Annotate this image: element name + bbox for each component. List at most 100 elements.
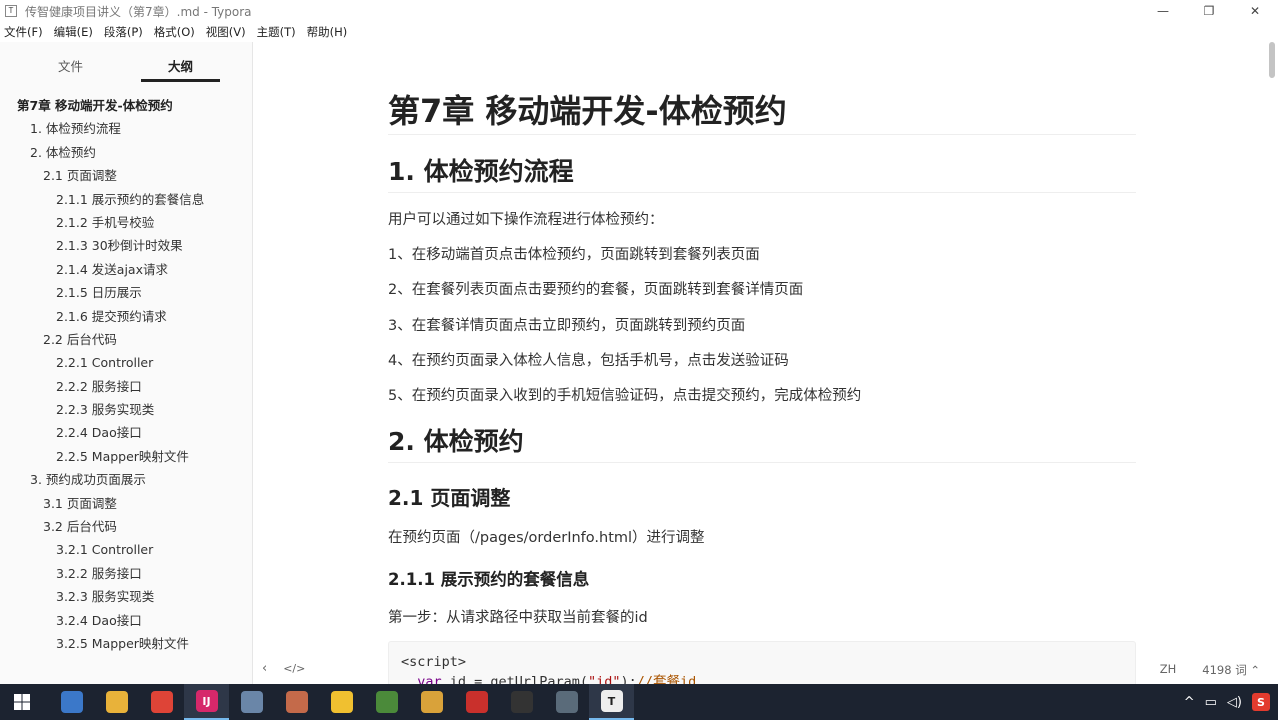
chrome-icon	[150, 691, 173, 713]
outline-item[interactable]: 2.1.6 提交预约请求	[0, 305, 253, 328]
menu-theme[interactable]: 主题(T)	[257, 24, 296, 40]
intellij-icon: IJ	[195, 690, 218, 712]
heading-divider	[388, 134, 1136, 135]
sidebar: 文件 大纲 第7章 移动端开发-体检预约 1. 体检预约流程 2. 体检预约 2.1 …	[0, 42, 253, 684]
word-count[interactable]: 4198 词 ⌃	[1202, 662, 1260, 678]
window-controls: — ❐ ✕	[1140, 0, 1278, 22]
package-app-icon	[420, 691, 443, 713]
menu-paragraph[interactable]: 段落(P)	[104, 24, 143, 40]
taskbar-intellij[interactable]: IJ	[184, 684, 229, 720]
heading-divider	[388, 192, 1136, 193]
network-icon[interactable]: ▭	[1205, 695, 1217, 710]
outline-item[interactable]: 3.2.2 服务接口	[0, 562, 253, 585]
windows-icon	[14, 694, 30, 710]
menu-edit[interactable]: 编辑(E)	[54, 24, 93, 40]
outline-item[interactable]: 2. 体检预约	[0, 141, 253, 164]
paragraph-step-one: 第一步：从请求路径中获取当前套餐的id	[388, 610, 648, 626]
status-bar: ‹ </> ZH 4198 词 ⌃	[254, 654, 1278, 684]
taskbar-terminal[interactable]	[499, 684, 544, 720]
language-indicator[interactable]: ZH	[1160, 662, 1177, 678]
minimize-button[interactable]: —	[1140, 0, 1186, 22]
taskbar-user-app[interactable]	[49, 684, 94, 720]
outline-item[interactable]: 2.2.2 服务接口	[0, 375, 253, 398]
taskbar-feather-app[interactable]	[229, 684, 274, 720]
outline-item[interactable]: 3.2 后台代码	[0, 515, 253, 538]
menu-bar: 文件(F) 编辑(E) 段落(P) 格式(O) 视图(V) 主题(T) 帮助(H…	[0, 22, 1278, 42]
taskbar-package-app[interactable]	[409, 684, 454, 720]
outline-item[interactable]: 3. 预约成功页面展示	[0, 468, 253, 491]
source-code-icon[interactable]: </>	[283, 662, 305, 676]
heading-section-2: 2. 体检预约	[388, 427, 524, 456]
outline-item[interactable]: 2.2.5 Mapper映射文件	[0, 445, 253, 468]
paragraph-page-adjust: 在预约页面（/pages/orderInfo.html）进行调整	[388, 530, 705, 546]
outline-item[interactable]: 2.1.1 展示预约的套餐信息	[0, 188, 253, 211]
system-tray: ^ ▭ ◁) S	[1184, 684, 1278, 720]
typora-app-icon: T	[5, 5, 17, 17]
chevron-up-icon[interactable]: ^	[1184, 695, 1195, 710]
taskbar-file-explorer[interactable]	[94, 684, 139, 720]
active-tab-indicator	[141, 79, 220, 82]
typora-icon: T	[600, 690, 623, 712]
tab-files[interactable]: 文件	[58, 56, 83, 75]
user-app-icon	[60, 691, 83, 713]
title-bar: T 传智健康项目讲义（第7章）.md - Typora — ❐ ✕	[0, 0, 1278, 22]
outline-item[interactable]: 2.1.4 发送ajax请求	[0, 258, 253, 281]
outline-list: 第7章 移动端开发-体检预约 1. 体检预约流程 2. 体检预约 2.1 页面调整 2.…	[0, 94, 253, 655]
sidebar-tabs: 文件 大纲	[0, 42, 252, 82]
close-button[interactable]: ✕	[1232, 0, 1278, 22]
heading-divider	[388, 462, 1136, 463]
outline-item[interactable]: 3.2.3 服务实现类	[0, 585, 253, 608]
outline-item[interactable]: 2.2 后台代码	[0, 328, 253, 351]
step-item: 4、在预约页面录入体检人信息，包括手机号，点击发送验证码	[388, 353, 789, 369]
taskbar-redis-app[interactable]	[454, 684, 499, 720]
ime-icon[interactable]: S	[1252, 693, 1270, 711]
outline-item[interactable]: 1. 体检预约流程	[0, 117, 253, 140]
spreadsheet-app-icon	[375, 691, 398, 713]
tab-outline[interactable]: 大纲	[168, 56, 193, 75]
taskbar-window-app[interactable]	[544, 684, 589, 720]
window-title: 传智健康项目讲义（第7章）.md - Typora	[25, 4, 252, 19]
outline-item[interactable]: 3.2.1 Controller	[0, 538, 253, 561]
heading-section-1: 1. 体检预约流程	[388, 157, 574, 186]
taskbar: IJ T	[0, 684, 1278, 720]
file-explorer-icon	[105, 691, 128, 713]
device-manager-icon	[285, 691, 308, 713]
step-item: 2、在套餐列表页面点击要预约的套餐，页面跳转到套餐详情页面	[388, 282, 804, 298]
outline-item[interactable]: 2.1 页面调整	[0, 164, 253, 187]
step-item: 1、在移动端首页点击体检预约，页面跳转到套餐列表页面	[388, 247, 760, 263]
outline-item[interactable]: 3.1 页面调整	[0, 492, 253, 515]
taskbar-device-manager[interactable]	[274, 684, 319, 720]
outline-item[interactable]: 2.2.4 Dao接口	[0, 421, 253, 444]
taskbar-chrome[interactable]	[139, 684, 184, 720]
step-item: 3、在套餐详情页面点击立即预约，页面跳转到预约页面	[388, 318, 746, 334]
redis-app-icon	[465, 691, 488, 713]
menu-file[interactable]: 文件(F)	[4, 24, 43, 40]
back-icon[interactable]: ‹	[262, 661, 267, 676]
menu-view[interactable]: 视图(V)	[206, 24, 246, 40]
outline-item[interactable]: 2.2.3 服务实现类	[0, 398, 253, 421]
outline-item[interactable]: 2.2.1 Controller	[0, 351, 253, 374]
maximize-button[interactable]: ❐	[1186, 0, 1232, 22]
taskbar-note-app[interactable]	[319, 684, 364, 720]
note-app-icon	[330, 691, 353, 713]
outline-item[interactable]: 2.1.3 30秒倒计时效果	[0, 234, 253, 257]
editor-content[interactable]: 第7章 移动端开发-体检预约 1. 体检预约流程 用户可以通过如下操作流程进行体…	[254, 42, 1266, 684]
outline-item[interactable]: 2.1.2 手机号校验	[0, 211, 253, 234]
taskbar-typora[interactable]: T	[589, 684, 634, 720]
outline-item[interactable]: 第7章 移动端开发-体检预约	[0, 94, 253, 117]
scrollbar-thumb[interactable]	[1269, 42, 1275, 78]
terminal-icon	[510, 691, 533, 713]
start-button[interactable]	[0, 684, 44, 720]
heading-section-2-1-1: 2.1.1 展示预约的套餐信息	[388, 570, 590, 589]
taskbar-spreadsheet-app[interactable]	[364, 684, 409, 720]
step-item: 5、在预约页面录入收到的手机短信验证码，点击提交预约，完成体检预约	[388, 388, 862, 404]
outline-item[interactable]: 2.1.5 日历展示	[0, 281, 253, 304]
heading-section-2-1: 2.1 页面调整	[388, 486, 511, 510]
paragraph-intro: 用户可以通过如下操作流程进行体检预约：	[388, 212, 664, 228]
menu-help[interactable]: 帮助(H)	[307, 24, 348, 40]
menu-format[interactable]: 格式(O)	[154, 24, 195, 40]
vertical-scrollbar[interactable]	[1266, 42, 1278, 684]
outline-item[interactable]: 3.2.4 Dao接口	[0, 609, 253, 632]
outline-item[interactable]: 3.2.5 Mapper映射文件	[0, 632, 253, 655]
volume-icon[interactable]: ◁)	[1227, 695, 1242, 710]
